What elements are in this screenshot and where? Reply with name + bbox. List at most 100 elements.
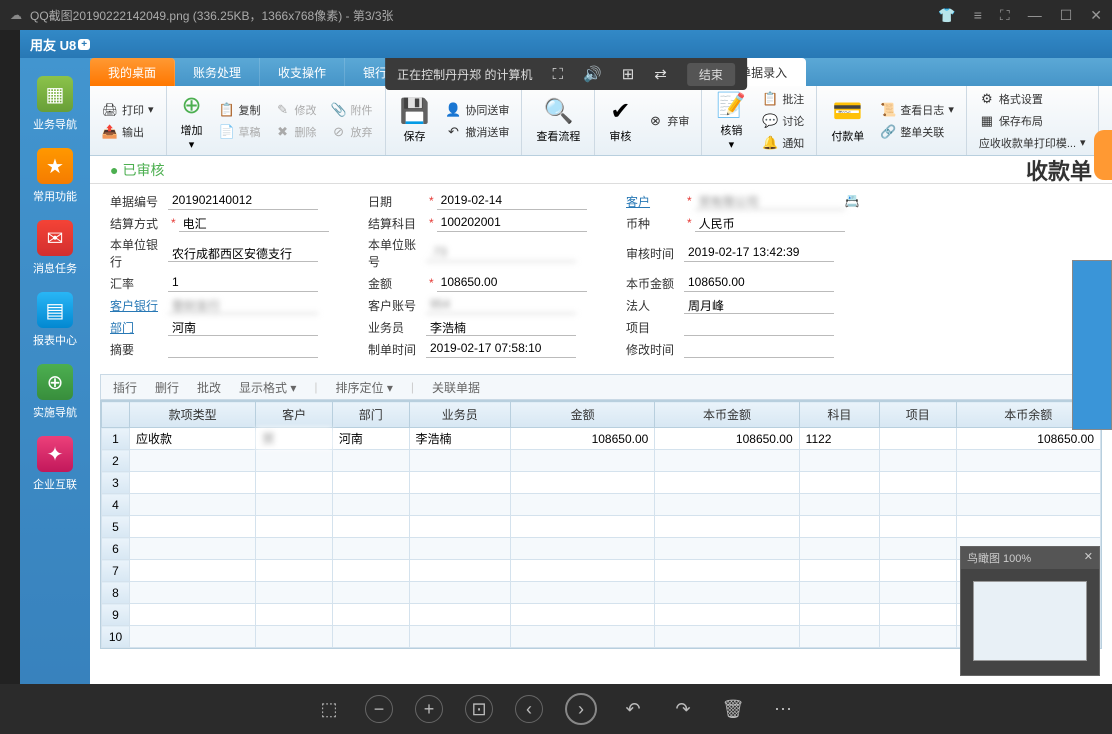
payment-button[interactable]: 💳付款单 xyxy=(825,90,870,151)
end-remote-button[interactable]: 结束 xyxy=(687,63,735,86)
undo-audit-button[interactable]: ↶撤消送审 xyxy=(441,122,513,142)
table-row[interactable]: 6 xyxy=(102,538,1101,560)
delete-row-button[interactable]: 删行 xyxy=(155,379,179,396)
crop-icon[interactable]: ⬚ xyxy=(315,695,343,723)
acct-value[interactable]: 100202001 xyxy=(437,214,587,232)
insert-row-button[interactable]: 插行 xyxy=(113,379,137,396)
col-type[interactable]: 款项类型 xyxy=(130,402,256,428)
draft-button[interactable]: 📄草稿 xyxy=(215,122,265,142)
cust-value[interactable]: 贸有限公司 xyxy=(695,192,845,210)
amount-value[interactable]: 108650.00 xyxy=(437,274,587,292)
zoom-in-icon[interactable]: + xyxy=(415,695,443,723)
maximize-icon[interactable]: ☐ xyxy=(1060,7,1073,24)
transfer-icon[interactable]: ⇄ xyxy=(654,65,667,83)
nav-enterprise[interactable]: ✦企业互联 xyxy=(20,428,90,500)
format-button[interactable]: ⚙格式设置 xyxy=(975,89,1090,109)
expand-icon[interactable]: ⛶ xyxy=(552,66,563,83)
volume-icon[interactable]: 🔊 xyxy=(583,65,602,83)
side-drawer-handle[interactable] xyxy=(1094,130,1112,180)
table-row[interactable]: 8 xyxy=(102,582,1101,604)
modify-button[interactable]: ✎修改 xyxy=(271,100,321,120)
table-row[interactable]: 5 xyxy=(102,516,1101,538)
trash-icon[interactable]: 🗑 xyxy=(719,695,747,723)
tab-payments[interactable]: 收支操作 xyxy=(260,58,345,86)
nav-reports[interactable]: ▤报表中心 xyxy=(20,284,90,356)
delete-button[interactable]: ✖删除 xyxy=(271,122,321,142)
attach-button[interactable]: 📎附件 xyxy=(327,100,377,120)
more-icon[interactable]: ⋯ xyxy=(769,695,797,723)
col-cust[interactable]: 客户 xyxy=(256,402,333,428)
nav-common[interactable]: ★常用功能 xyxy=(20,140,90,212)
table-row[interactable]: 3 xyxy=(102,472,1101,494)
print-tmpl-button[interactable]: 应收收款单打印模... ▾ xyxy=(975,133,1090,153)
co-audit-button[interactable]: 👤协同送审 xyxy=(441,100,513,120)
curr-value[interactable]: 人民币 xyxy=(695,214,845,232)
sort-button[interactable]: 排序定位 ▾ xyxy=(336,379,393,396)
prev-icon[interactable]: ‹ xyxy=(515,695,543,723)
approve-button[interactable]: 📋批注 xyxy=(758,89,808,109)
birds-eye-panel[interactable]: 鸟瞰图 100%✕ xyxy=(960,546,1100,676)
tshirt-icon[interactable]: 👕 xyxy=(938,7,955,24)
cust-label[interactable]: 客户 xyxy=(626,193,684,210)
table-row[interactable]: 4 xyxy=(102,494,1101,516)
nav-business[interactable]: ▦业务导航 xyxy=(20,68,90,140)
related-docs-button[interactable]: 关联单据 xyxy=(432,379,480,396)
rotate-right-icon[interactable]: ↷ xyxy=(669,695,697,723)
discuss-button[interactable]: 💬讨论 xyxy=(758,111,808,131)
col-amount[interactable]: 金额 xyxy=(510,402,654,428)
table-row[interactable]: 1 应收款 贸 河南 李浩楠 108650.00 108650.00 1122 … xyxy=(102,428,1101,450)
col-sales[interactable]: 业务员 xyxy=(409,402,510,428)
minimize-icon[interactable]: — xyxy=(1028,7,1042,24)
save-layout-button[interactable]: ▦保存布局 xyxy=(975,111,1090,131)
fit-icon[interactable]: ⊡ xyxy=(465,695,493,723)
table-row[interactable]: 2 xyxy=(102,450,1101,472)
rate-value[interactable]: 1 xyxy=(168,274,318,292)
dept-value[interactable]: 河南 xyxy=(168,318,318,336)
col-dept[interactable]: 部门 xyxy=(332,402,409,428)
summary-value[interactable] xyxy=(168,340,318,358)
menu-icon[interactable]: ≡ xyxy=(974,7,982,24)
output-button[interactable]: 📤输出 xyxy=(98,122,158,142)
display-format-button[interactable]: 显示格式 ▾ xyxy=(239,379,296,396)
add-button[interactable]: ⊕增加 ▾ xyxy=(175,90,209,151)
thumbnail-preview[interactable] xyxy=(973,581,1087,661)
add-screen-icon[interactable]: ⊞ xyxy=(622,65,635,83)
bankacct-value[interactable]: .73 xyxy=(426,244,576,262)
custbank-value[interactable]: 登封支行 xyxy=(168,296,318,314)
sales-value[interactable]: 李浩楠 xyxy=(426,318,576,336)
cancel-button[interactable]: ⊘放弃 xyxy=(327,122,377,142)
related-button[interactable]: 🔗整单关联 xyxy=(876,122,958,142)
next-icon[interactable]: › xyxy=(565,693,597,725)
view-flow-button[interactable]: 🔍查看流程 xyxy=(530,90,586,151)
audit-button[interactable]: ✔审核 xyxy=(603,90,637,151)
table-row[interactable]: 9 xyxy=(102,604,1101,626)
col-localamt[interactable]: 本币金额 xyxy=(655,402,799,428)
nav-implement[interactable]: ⊕实施导航 xyxy=(20,356,90,428)
rotate-left-icon[interactable]: ↶ xyxy=(619,695,647,723)
nav-messages[interactable]: ✉消息任务 xyxy=(20,212,90,284)
tab-desktop[interactable]: 我的桌面 xyxy=(90,58,175,86)
bank-value[interactable]: 农行成都西区安德支行 xyxy=(168,244,318,262)
docno-value[interactable]: 201902140012 xyxy=(168,192,318,210)
zoom-out-icon[interactable]: − xyxy=(365,695,393,723)
notify-button[interactable]: 🔔通知 xyxy=(758,133,808,153)
settle-value[interactable]: 电汇 xyxy=(179,214,329,232)
verify-button[interactable]: 📝核销 ▾ xyxy=(710,90,752,151)
close-icon[interactable]: ✕ xyxy=(1090,7,1102,24)
save-button[interactable]: 💾保存 xyxy=(394,90,436,151)
dept-label[interactable]: 部门 xyxy=(110,319,168,336)
view-log-button[interactable]: 📜查看日志 ▾ xyxy=(876,100,958,120)
col-proj[interactable]: 项目 xyxy=(879,402,956,428)
date-value[interactable]: 2019-02-14 xyxy=(437,192,587,210)
close-thumb-icon[interactable]: ✕ xyxy=(1084,550,1093,566)
print-button[interactable]: 🖨打印 ▾ xyxy=(98,100,158,120)
table-row[interactable]: 7 xyxy=(102,560,1101,582)
minimap-strip[interactable] xyxy=(1072,260,1112,430)
fullscreen-icon[interactable]: ⛶ xyxy=(1000,7,1010,24)
batch-edit-button[interactable]: 批改 xyxy=(197,379,221,396)
abandon-audit-button[interactable]: ⊗弃审 xyxy=(643,111,693,131)
table-row[interactable]: 10 xyxy=(102,626,1101,648)
lookup-icon[interactable]: 📇 xyxy=(845,194,860,208)
localamt-value[interactable]: 108650.00 xyxy=(684,274,834,292)
legal-value[interactable]: 周月峰 xyxy=(684,296,834,314)
